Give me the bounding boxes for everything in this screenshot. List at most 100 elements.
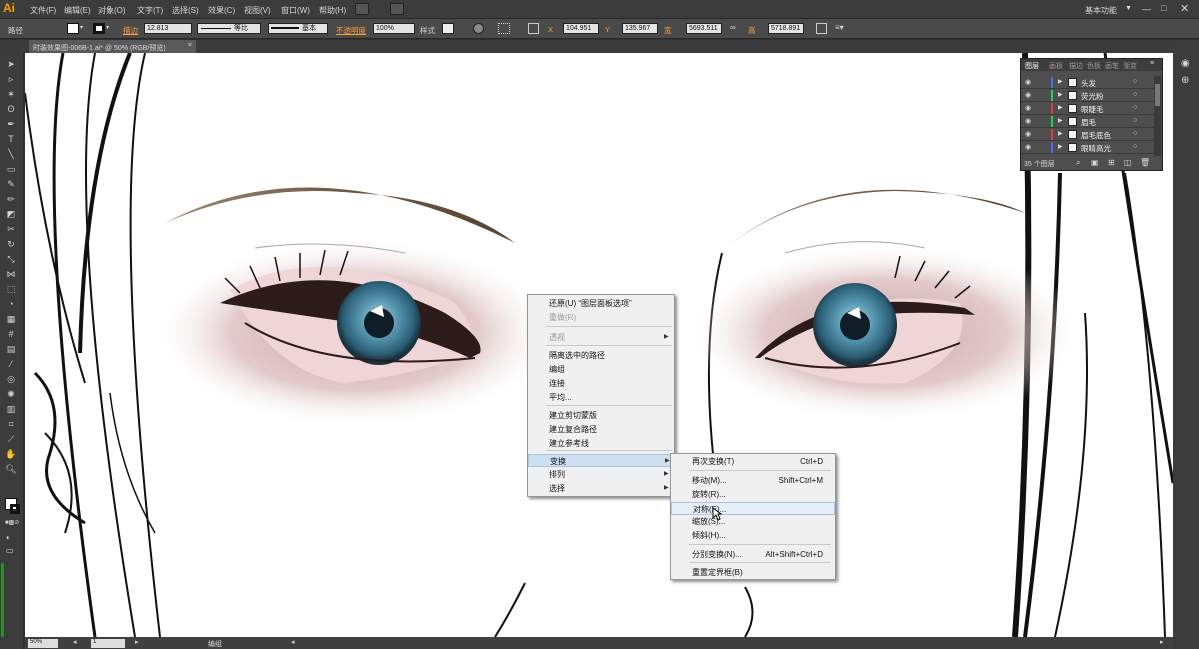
menu-view[interactable]: 视图(V): [244, 5, 271, 16]
layer-row[interactable]: ◉ ▶ 眉毛底色 ○: [1021, 128, 1154, 141]
pencil-tool-icon[interactable]: ✏: [5, 194, 17, 205]
x-label[interactable]: X: [548, 25, 553, 34]
pen-tool-icon[interactable]: ✒: [5, 119, 17, 130]
eye-icon[interactable]: ◉: [1025, 130, 1031, 138]
context-menu-item[interactable]: 建立剪切蒙版: [528, 409, 674, 422]
layer-name[interactable]: 头发: [1081, 78, 1096, 89]
transform-menu-item[interactable]: 对称(E)...: [671, 502, 835, 515]
target-icon[interactable]: ○: [1133, 143, 1137, 150]
rectangle-tool-icon[interactable]: ▭: [5, 164, 17, 175]
link-icon[interactable]: ∞: [730, 23, 736, 32]
menu-object[interactable]: 对象(O): [98, 5, 126, 16]
context-menu-item[interactable]: 变换 ▶: [528, 454, 674, 467]
magic-wand-icon[interactable]: ✶: [5, 89, 17, 100]
chevron-down-icon[interactable]: ▾: [80, 24, 83, 31]
artboard-tool-icon[interactable]: ⌗: [5, 419, 17, 430]
menu-window[interactable]: 窗口(W): [281, 5, 310, 16]
maximize-icon[interactable]: □: [1161, 3, 1166, 13]
tab-brushes[interactable]: 画笔: [1105, 61, 1119, 71]
panel-icon[interactable]: ⊕: [1181, 75, 1189, 86]
tab-stroke[interactable]: 描边: [1069, 61, 1083, 71]
new-sublayer-icon[interactable]: ⊞: [1108, 158, 1115, 167]
menu-edit[interactable]: 编辑(E): [64, 5, 91, 16]
transform-menu-item[interactable]: 倾斜(H)...: [671, 529, 835, 542]
layer-name[interactable]: 眉毛底色: [1081, 130, 1111, 141]
menu-file[interactable]: 文件(F): [30, 5, 56, 16]
context-menu-item[interactable]: 建立复合路径: [528, 423, 674, 436]
reference-point-icon[interactable]: [528, 23, 539, 34]
layer-row[interactable]: ◉ ▶ 眼睫毛 ○: [1021, 102, 1154, 115]
panel-menu-icon[interactable]: ≡: [1150, 60, 1154, 67]
target-icon[interactable]: ○: [1133, 104, 1137, 111]
scroll-right-icon[interactable]: ▸: [1160, 638, 1164, 646]
stroke-swatch[interactable]: [93, 23, 105, 34]
stroke-label[interactable]: 描边: [123, 25, 138, 36]
graph-tool-icon[interactable]: ▥: [5, 404, 17, 415]
eye-icon[interactable]: ◉: [1025, 143, 1031, 151]
document-tab[interactable]: 时装效果图-006B-1.ai* @ 50% (RGB/预览) ×: [29, 40, 196, 53]
stroke-color-icon[interactable]: [10, 504, 20, 514]
expand-triangle-icon[interactable]: ▶: [1058, 78, 1063, 85]
zoom-field[interactable]: 50%: [28, 639, 58, 648]
width-tool-icon[interactable]: ⋈: [5, 269, 17, 280]
eye-icon[interactable]: ◉: [1025, 104, 1031, 112]
target-icon[interactable]: ○: [1133, 130, 1137, 137]
artboard-field[interactable]: 1: [91, 639, 125, 648]
symbol-sprayer-icon[interactable]: ✺: [5, 389, 17, 400]
target-icon[interactable]: ○: [1133, 78, 1137, 85]
scissors-tool-icon[interactable]: ✂: [5, 224, 17, 235]
panel-icon[interactable]: ◉: [1181, 58, 1190, 69]
lasso-icon[interactable]: ʘ: [5, 104, 17, 115]
gradient-tool-icon[interactable]: ▤: [5, 344, 17, 355]
y-label[interactable]: Y: [605, 25, 610, 34]
blend-tool-icon[interactable]: ◎: [5, 374, 17, 385]
layers-scrollbar[interactable]: [1154, 76, 1161, 156]
workspace-dropdown-icon[interactable]: ▼: [1125, 5, 1132, 12]
layer-row[interactable]: ◉ ▶ 眼睛高光 ○: [1021, 141, 1154, 154]
eyedropper-icon[interactable]: ⁄: [5, 359, 17, 370]
transform-menu-item[interactable]: 分别变换(N)... Alt+Shift+Ctrl+D: [671, 548, 835, 561]
new-layer-icon[interactable]: ◫: [1124, 158, 1132, 167]
eye-icon[interactable]: ◉: [1025, 78, 1031, 86]
tab-artboards[interactable]: 画板: [1049, 61, 1063, 71]
recolor-artwork-icon[interactable]: [473, 23, 484, 34]
workspace-switcher[interactable]: 基本功能: [1085, 5, 1117, 16]
expand-triangle-icon[interactable]: ▶: [1058, 104, 1063, 111]
transform-menu-item[interactable]: 再次变换(T) Ctrl+D: [671, 455, 835, 468]
line-tool-icon[interactable]: ╲: [5, 149, 17, 160]
layer-row[interactable]: ◉ ▶ 头发 ○: [1021, 76, 1154, 89]
menu-help[interactable]: 帮助(H): [319, 5, 346, 16]
scroll-thumb[interactable]: [1155, 84, 1160, 106]
layer-name[interactable]: 眼睫毛: [1081, 104, 1104, 115]
rotate-tool-icon[interactable]: ↻: [5, 239, 17, 250]
type-tool-icon[interactable]: T: [5, 134, 17, 145]
transform-menu-item[interactable]: 移动(M)... Shift+Ctrl+M: [671, 474, 835, 487]
chevron-down-icon[interactable]: ▾: [106, 24, 109, 31]
locate-object-icon[interactable]: ⌕: [1076, 158, 1080, 168]
width-label[interactable]: 宽: [664, 25, 672, 36]
x-field[interactable]: 104.951: [563, 23, 599, 34]
target-icon[interactable]: ○: [1133, 117, 1137, 124]
layer-name[interactable]: 眼睛高光: [1081, 143, 1111, 154]
eraser-tool-icon[interactable]: ◩: [5, 209, 17, 220]
screen-mode-icon[interactable]: ▭: [6, 546, 14, 555]
transform-menu-item[interactable]: 旋转(R)...: [671, 488, 835, 501]
trash-icon[interactable]: 🗑︎: [1140, 158, 1150, 167]
layer-row[interactable]: ◉ ▶ 眉毛 ○: [1021, 115, 1154, 128]
target-icon[interactable]: ○: [1133, 91, 1137, 98]
next-artboard-icon[interactable]: ▸: [135, 638, 139, 646]
clipping-mask-icon[interactable]: ▣: [1091, 158, 1099, 167]
scale-tool-icon[interactable]: ⤡: [5, 254, 17, 265]
stroke-weight-field[interactable]: 12.813: [144, 23, 192, 34]
context-menu-item[interactable]: 还原(U) “图层面板选项”: [528, 297, 674, 310]
panel-menu-icon[interactable]: ≡▾: [835, 23, 851, 34]
selection-tool-icon[interactable]: ➤: [5, 59, 17, 70]
color-mode-icons[interactable]: ■▩⊘: [5, 519, 21, 526]
context-menu-item[interactable]: 排列 ▶: [528, 468, 674, 481]
layer-name[interactable]: 荧光粉: [1081, 91, 1104, 102]
height-label[interactable]: 高: [748, 25, 756, 36]
draw-mode-icon[interactable]: ◐: [6, 533, 11, 542]
opacity-label[interactable]: 不透明度: [336, 25, 366, 36]
context-menu-item[interactable]: 连接: [528, 377, 674, 390]
transform-icon[interactable]: [816, 23, 827, 34]
